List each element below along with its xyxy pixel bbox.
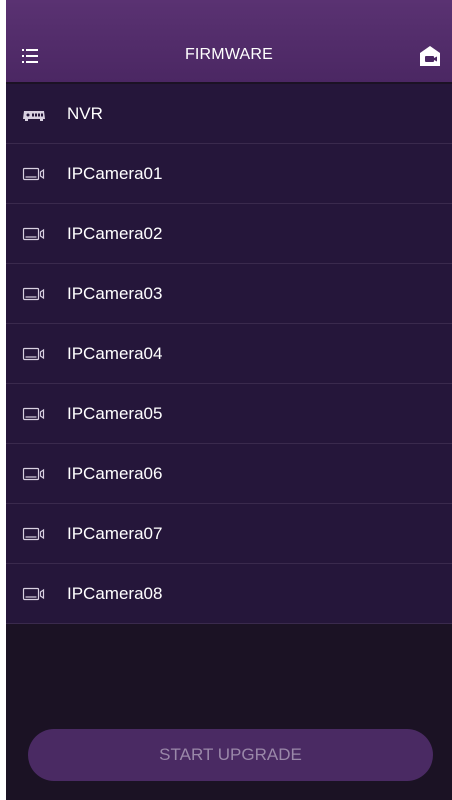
camera-icon <box>22 167 45 181</box>
camera-icon <box>22 287 45 301</box>
camera-icon <box>22 407 45 421</box>
device-label: NVR <box>67 104 103 123</box>
app-header: FIRMWARE <box>6 0 452 82</box>
home-icon[interactable] <box>418 44 442 68</box>
device-label: IPCamera06 <box>67 464 163 483</box>
page-title: FIRMWARE <box>184 46 274 63</box>
firmware-screen: FIRMWARE NVR IPCamera01 IPCamera02 IPCam… <box>6 0 452 800</box>
camera-icon <box>22 347 45 361</box>
device-label: IPCamera02 <box>67 224 163 243</box>
camera-icon <box>22 227 45 241</box>
device-label: IPCamera04 <box>67 344 163 363</box>
device-row-ipcamera02[interactable]: IPCamera02 <box>6 204 452 264</box>
start-upgrade-button[interactable]: START UPGRADE <box>28 729 433 781</box>
device-label: IPCamera08 <box>67 584 163 603</box>
device-row-ipcamera07[interactable]: IPCamera07 <box>6 504 452 564</box>
device-label: IPCamera07 <box>67 524 163 543</box>
device-label: IPCamera03 <box>67 284 163 303</box>
device-row-nvr[interactable]: NVR <box>6 84 452 144</box>
device-row-ipcamera05[interactable]: IPCamera05 <box>6 384 452 444</box>
camera-icon <box>22 467 45 481</box>
camera-icon <box>22 527 45 541</box>
device-row-ipcamera01[interactable]: IPCamera01 <box>6 144 452 204</box>
device-row-ipcamera08[interactable]: IPCamera08 <box>6 564 452 624</box>
camera-icon <box>22 587 45 601</box>
device-list: NVR IPCamera01 IPCamera02 IPCamera03 IPC… <box>6 84 452 624</box>
device-row-ipcamera03[interactable]: IPCamera03 <box>6 264 452 324</box>
device-row-ipcamera04[interactable]: IPCamera04 <box>6 324 452 384</box>
device-label: IPCamera01 <box>67 164 163 183</box>
device-label: IPCamera05 <box>67 404 163 423</box>
device-row-ipcamera06[interactable]: IPCamera06 <box>6 444 452 504</box>
nvr-icon <box>23 111 45 121</box>
